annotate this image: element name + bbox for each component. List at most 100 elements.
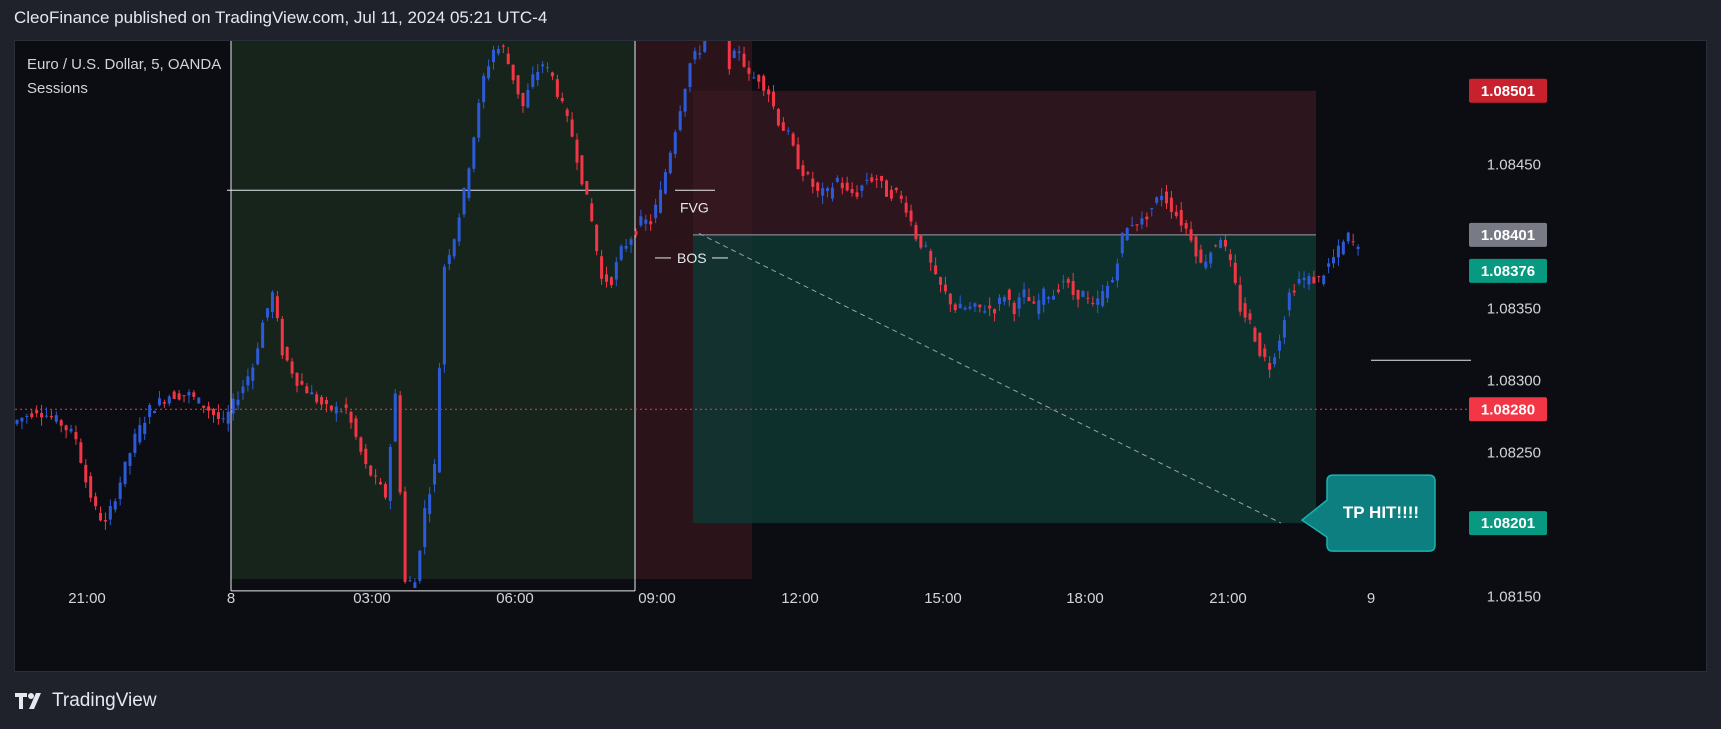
candle-body	[654, 204, 658, 219]
candle-body	[334, 406, 338, 414]
candlestick-chart[interactable]: FVG BOS TP HIT!!!! 1.08450 1.08350 1.08300 1.0…	[15, 41, 1707, 672]
candle-body	[811, 178, 815, 187]
candle-body	[1268, 363, 1272, 370]
candle-body	[1341, 241, 1345, 255]
indicator-label[interactable]: Sessions	[27, 77, 221, 101]
candle-body	[496, 49, 500, 54]
candle-body	[565, 109, 569, 116]
candle-body	[433, 464, 437, 485]
candle-body	[452, 239, 456, 257]
candle-body	[1189, 229, 1193, 241]
candle-body	[727, 41, 731, 70]
candle-body	[649, 221, 653, 225]
candle-body	[595, 224, 599, 252]
candle-body	[806, 172, 810, 174]
candle-body	[531, 74, 535, 87]
price-label-text: 1.08401	[1481, 227, 1535, 244]
candle-body	[1322, 275, 1326, 285]
candle-body	[162, 402, 166, 404]
candle-body	[472, 137, 476, 169]
candle-body	[526, 89, 530, 108]
candle-body	[1273, 357, 1277, 365]
candle-body	[153, 410, 157, 414]
candle-body	[546, 67, 550, 69]
candle-body	[575, 139, 579, 163]
candle-body	[659, 189, 663, 213]
candle-body	[693, 50, 697, 60]
candle-body	[359, 437, 363, 452]
candle-body	[1007, 289, 1011, 300]
candle-body	[1263, 348, 1267, 357]
chart-legend: Euro / U.S. Dollar, 5, OANDA Sessions	[27, 53, 221, 101]
candle-body	[1130, 224, 1134, 226]
candle-body	[94, 496, 98, 507]
candle-body	[1287, 292, 1291, 311]
candle-body	[1081, 291, 1085, 297]
candle-body	[791, 133, 795, 146]
y-tick-label: 1.08250	[1487, 444, 1541, 461]
price-label-text: 1.08376	[1481, 263, 1535, 280]
candle-body	[423, 508, 427, 547]
candle-body	[285, 347, 289, 361]
candle-body	[580, 155, 584, 185]
candle-body	[683, 88, 687, 112]
published-header: CleoFinance published on TradingView.com…	[14, 8, 548, 27]
symbol-title[interactable]: Euro / U.S. Dollar, 5, OANDA	[27, 53, 221, 77]
candle-body	[231, 398, 235, 414]
candle-body	[1243, 303, 1247, 318]
fvg-label: FVG	[680, 200, 709, 216]
candle-body	[914, 224, 918, 240]
candle-body	[280, 318, 284, 356]
candle-body	[310, 392, 314, 395]
candle-body	[1169, 197, 1173, 213]
candle-body	[929, 251, 933, 263]
candle-body	[99, 512, 103, 521]
candle-body	[821, 188, 825, 196]
candle-body	[487, 66, 491, 79]
candle-body	[256, 348, 260, 365]
candle-body	[742, 53, 746, 67]
candle-body	[1115, 263, 1119, 281]
candle-body	[757, 75, 761, 82]
price-label-text: 1.08501	[1481, 83, 1535, 100]
candle-body	[123, 461, 127, 484]
candle-body	[1135, 224, 1139, 226]
candle-body	[172, 391, 176, 400]
chart-frame[interactable]: FVG BOS TP HIT!!!! 1.08450 1.08350 1.08300 1.0…	[14, 40, 1707, 672]
candle-body	[1336, 245, 1340, 258]
candle-body	[983, 311, 987, 313]
candle-body	[644, 219, 648, 224]
candle-body	[855, 192, 859, 197]
candle-body	[197, 397, 201, 404]
candle-body	[963, 307, 967, 310]
candle-body	[1017, 297, 1021, 309]
candle-body	[865, 179, 869, 182]
candle-body	[1061, 281, 1065, 283]
candle-body	[1022, 289, 1026, 298]
candle-body	[143, 422, 147, 434]
candle-body	[875, 178, 879, 180]
candle-body	[835, 177, 839, 182]
candle-body	[934, 265, 938, 275]
candle-body	[943, 284, 947, 292]
candle-body	[192, 392, 196, 397]
candle-body	[585, 181, 589, 195]
candle-body	[939, 277, 943, 285]
candle-body	[1302, 277, 1306, 281]
candle-body	[555, 79, 559, 97]
candle-body	[40, 412, 44, 418]
candle-body	[1184, 223, 1188, 229]
candle-body	[64, 425, 68, 431]
x-tick-label: 18:00	[1066, 590, 1104, 607]
candle-body	[978, 304, 982, 308]
candle-body	[49, 415, 53, 418]
candle-body	[108, 505, 112, 520]
candle-body	[1233, 262, 1237, 283]
candle-body	[688, 63, 692, 88]
candle-body	[236, 399, 240, 406]
candle-body	[550, 72, 554, 77]
candle-body	[590, 203, 594, 222]
footer-brand[interactable]: TradingView	[52, 690, 157, 712]
candle-body	[1047, 297, 1051, 299]
candle-body	[216, 412, 220, 419]
